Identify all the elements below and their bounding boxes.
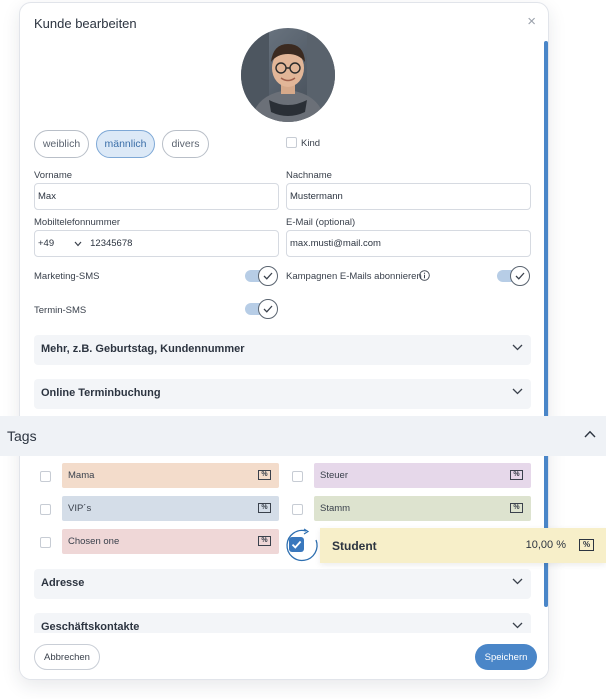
- section-business-contacts-label: Geschäftskontakte: [41, 621, 140, 633]
- section-tags-label: Tags: [7, 428, 37, 444]
- percent-icon: %: [258, 470, 271, 480]
- check-icon: [263, 272, 273, 280]
- percent-icon: %: [258, 503, 271, 513]
- tag-name: Mama: [68, 470, 95, 481]
- info-icon[interactable]: [419, 270, 430, 281]
- tag-checkbox-mama[interactable]: [40, 471, 51, 482]
- check-icon: [515, 272, 525, 280]
- tag-student-discount: 10,00 %: [525, 539, 566, 551]
- percent-icon: %: [579, 539, 594, 551]
- section-address-label: Adresse: [41, 577, 85, 589]
- check-icon: [263, 305, 273, 313]
- chevron-up-icon: [584, 430, 596, 438]
- marketing-sms-toggle[interactable]: [245, 266, 279, 286]
- tag-vips[interactable]: VIP´s %: [62, 496, 279, 521]
- section-address[interactable]: Adresse: [34, 569, 531, 599]
- first-name-value: Max: [38, 191, 56, 202]
- avatar-photo: [241, 28, 335, 122]
- scrollbar-track[interactable]: [544, 41, 548, 607]
- tag-student-name: Student: [332, 539, 377, 553]
- email-label: E-Mail (optional): [286, 217, 356, 228]
- campaign-emails-toggle[interactable]: [497, 266, 531, 286]
- email-input[interactable]: max.musti@mail.com: [286, 230, 531, 257]
- kind-label: Kind: [301, 138, 321, 149]
- tag-name: VIP´s: [68, 503, 92, 514]
- section-online-booking-label: Online Terminbuchung: [41, 387, 161, 399]
- scrollbar-thumb[interactable]: [544, 41, 548, 607]
- save-button[interactable]: Speichern: [475, 644, 537, 670]
- modal-footer: Abbrechen Speichern: [20, 633, 548, 679]
- cancel-button[interactable]: Abbrechen: [34, 644, 100, 670]
- country-code-select[interactable]: +49: [38, 238, 54, 249]
- first-name-label: Vorname: [34, 170, 73, 181]
- tag-name: Chosen one: [68, 536, 120, 547]
- gender-option-divers[interactable]: divers: [162, 130, 209, 158]
- campaign-emails-label: Kampagnen E-Mails abonnieren: [286, 271, 422, 282]
- chevron-down-icon: [512, 388, 523, 395]
- edit-customer-modal: Kunde bearbeiten × weiblich männlich div…: [19, 2, 549, 680]
- tag-stamm[interactable]: Stamm %: [314, 496, 531, 521]
- tag-checkbox-chosen-one[interactable]: [40, 537, 51, 548]
- last-name-label: Nachname: [286, 170, 332, 181]
- gender-option-weiblich[interactable]: weiblich: [34, 130, 89, 158]
- section-more-details[interactable]: Mehr, z.B. Geburtstag, Kundennummer: [34, 335, 531, 365]
- percent-icon: %: [510, 470, 523, 480]
- tag-steuer[interactable]: Steuer %: [314, 463, 531, 488]
- check-icon: [291, 540, 302, 549]
- chevron-down-icon: [512, 578, 523, 585]
- percent-icon: %: [510, 503, 523, 513]
- gender-option-maennlich[interactable]: männlich: [96, 130, 155, 158]
- tag-student[interactable]: Student 10,00 % %: [320, 528, 606, 563]
- tag-name: Steuer: [320, 470, 348, 481]
- tag-chosen-one[interactable]: Chosen one %: [62, 529, 279, 554]
- chevron-down-icon: [512, 344, 523, 351]
- section-tags[interactable]: Tags: [0, 416, 606, 456]
- email-value: max.musti@mail.com: [290, 238, 381, 249]
- marketing-sms-label: Marketing-SMS: [34, 271, 100, 282]
- tag-name: Stamm: [320, 503, 351, 514]
- last-name-input[interactable]: Mustermann: [286, 183, 531, 210]
- section-more-details-label: Mehr, z.B. Geburtstag, Kundennummer: [41, 343, 245, 355]
- tag-checkbox-stamm[interactable]: [292, 504, 303, 515]
- termin-sms-label: Termin-SMS: [34, 305, 87, 316]
- modal-title: Kunde bearbeiten: [34, 16, 137, 31]
- chevron-down-icon[interactable]: [74, 241, 82, 247]
- tag-mama[interactable]: Mama %: [62, 463, 279, 488]
- percent-icon: %: [258, 536, 271, 546]
- last-name-value: Mustermann: [290, 191, 343, 202]
- section-online-booking[interactable]: Online Terminbuchung: [34, 379, 531, 409]
- avatar[interactable]: [241, 28, 335, 122]
- close-icon[interactable]: ×: [527, 13, 536, 31]
- tag-checkbox-student[interactable]: [289, 537, 304, 552]
- termin-sms-toggle[interactable]: [245, 299, 279, 319]
- mobile-number-value: 12345678: [90, 238, 133, 249]
- tag-checkbox-steuer[interactable]: [292, 471, 303, 482]
- chevron-down-icon: [512, 622, 523, 629]
- mobile-label: Mobiltelefonnummer: [34, 217, 121, 228]
- mobile-input[interactable]: +49 12345678: [34, 230, 279, 257]
- first-name-input[interactable]: Max: [34, 183, 279, 210]
- tag-checkbox-vips[interactable]: [40, 504, 51, 515]
- kind-checkbox[interactable]: [286, 137, 297, 148]
